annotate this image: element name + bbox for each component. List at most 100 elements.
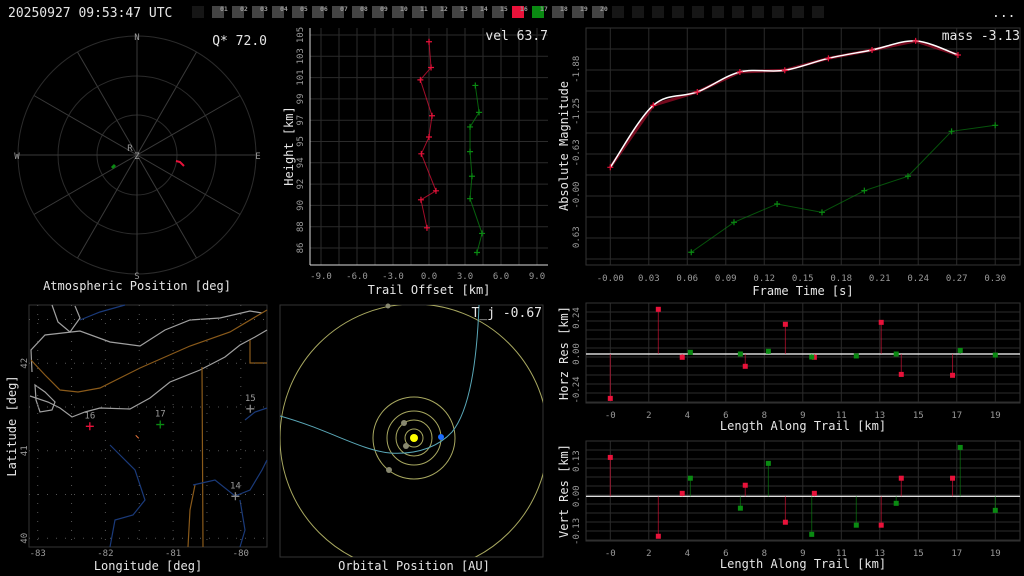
station-label: 05 — [300, 5, 308, 13]
y-tick-label: 41 — [20, 445, 30, 456]
data-point — [432, 187, 439, 194]
data-point — [467, 123, 474, 130]
x-tick-label: 19 — [990, 411, 1001, 421]
y-tick-label: 101 — [296, 69, 306, 85]
y-tick-label: -0.24 — [572, 376, 582, 403]
x-tick-label: -82 — [97, 549, 113, 559]
data-point — [429, 112, 435, 119]
residual-point — [655, 306, 661, 312]
station-label: 13 — [460, 5, 468, 13]
x-tick-label: 0.15 — [792, 274, 814, 284]
data-point — [472, 82, 479, 89]
station-label: 14 — [480, 5, 488, 13]
residual-point — [765, 460, 771, 466]
data-point — [818, 209, 825, 216]
station-label: 03 — [260, 5, 268, 13]
y-tick-label: 0.63 — [572, 226, 582, 248]
x-tick-label: 2 — [646, 549, 651, 559]
zenith-label: Z — [134, 152, 140, 162]
x-axis-label: Trail Offset [km] — [368, 283, 491, 297]
residual-point — [992, 352, 998, 358]
station-marker-17[interactable] — [156, 420, 165, 429]
y-tick-label: -1.88 — [572, 56, 582, 83]
x-axis-label: Length Along Trail [km] — [720, 419, 886, 433]
residual-point — [950, 475, 956, 481]
y-tick-label: 0.00 — [572, 485, 582, 507]
station-label: 16 — [84, 411, 95, 421]
vertical-residual-plot: -0 2 4 6 8 9 11 13 15 17 190.130.00-0.13Length Alo… — [557, 440, 1021, 571]
data-point — [869, 46, 876, 53]
coastline — [29, 329, 268, 418]
station-slot-empty — [192, 6, 204, 18]
y-tick-label: 42 — [20, 358, 30, 369]
data-point — [688, 249, 695, 256]
y-tick-label: 92 — [296, 179, 306, 190]
series-line-17 — [690, 124, 996, 253]
y-axis-label: Absolute Magnitude — [557, 81, 571, 211]
y-tick-label: 40 — [20, 533, 30, 544]
station-label: 10 — [400, 5, 408, 13]
x-tick-label: -9.0 — [310, 272, 332, 282]
data-point — [426, 134, 432, 141]
x-tick-label: 0.30 — [984, 274, 1006, 284]
y-tick-label: 86 — [296, 243, 306, 254]
residual-point — [893, 351, 899, 357]
data-point — [861, 187, 868, 194]
tj-metric: T_j -0.67 — [472, 306, 542, 321]
station-slot-empty — [752, 6, 764, 18]
x-tick-label: 6.0 — [493, 272, 509, 282]
x-tick-label: 0.27 — [946, 274, 968, 284]
y-tick-label: 0.00 — [572, 343, 582, 365]
orbital-position-panel: T_j -0.67 Orbital Position [AU] — [279, 303, 544, 573]
magnitude-plot: -0.00 0.03 0.06 0.09 0.12 0.15 0.18 0.21 0.24 0.2… — [557, 27, 1021, 298]
residual-point — [878, 319, 884, 325]
data-point — [992, 122, 999, 129]
residual-point — [809, 354, 815, 360]
x-tick-label: 3.0 — [457, 272, 473, 282]
y-tick-label: 103 — [296, 48, 306, 64]
residual-point — [853, 522, 859, 528]
y-tick-label: 94 — [296, 157, 306, 168]
y-tick-label: -1.25 — [572, 98, 582, 125]
x-tick-label: 19 — [990, 549, 1001, 559]
residual-point — [679, 490, 685, 496]
meteor-ground-track — [135, 434, 140, 439]
residual-point — [811, 490, 817, 496]
x-tick-label: 0.24 — [907, 274, 929, 284]
y-tick-label: -0.13 — [572, 518, 582, 545]
meteoroid-orbit — [280, 305, 480, 454]
station-slot-empty — [692, 6, 704, 18]
y-tick-label: 0.13 — [572, 450, 582, 472]
station-label: 18 — [560, 5, 568, 13]
station-marker-15[interactable] — [246, 404, 255, 413]
data-point — [774, 200, 781, 207]
x-tick-label: -0.00 — [597, 274, 624, 284]
residual-point — [742, 363, 748, 369]
x-tick-label: 15 — [913, 549, 924, 559]
station-label: 01 — [220, 5, 228, 13]
station-slot-empty — [732, 6, 744, 18]
more-menu-button[interactable]: ... — [992, 6, 1015, 21]
residual-point — [957, 444, 963, 450]
y-tick-label: -0.63 — [572, 139, 582, 166]
residual-point — [742, 482, 748, 488]
q-star-metric: Q* 72.0 — [212, 34, 267, 49]
station-label: 20 — [600, 5, 608, 13]
station-marker-16[interactable] — [85, 422, 94, 431]
y-tick-label: 90 — [296, 200, 306, 211]
ground-map: Longitude [deg] Latitude [deg] -83 -82 -81… — [5, 304, 268, 573]
station-slot-empty — [612, 6, 624, 18]
y-tick-label: -0.00 — [572, 182, 582, 209]
mass-annotation: mass -3.13 — [942, 29, 1020, 44]
y-tick-label: 88 — [296, 221, 306, 232]
x-tick-label: 0.03 — [638, 274, 660, 284]
x-tick-label: 0.21 — [869, 274, 891, 284]
data-point — [468, 173, 475, 180]
station-label: 15 — [245, 394, 256, 404]
station-label: 14 — [230, 481, 241, 491]
x-tick-label: 0.12 — [753, 274, 775, 284]
data-point — [426, 38, 432, 45]
orbit-title: Orbital Position [AU] — [338, 559, 490, 573]
data-point — [476, 109, 483, 116]
data-point — [418, 150, 425, 157]
